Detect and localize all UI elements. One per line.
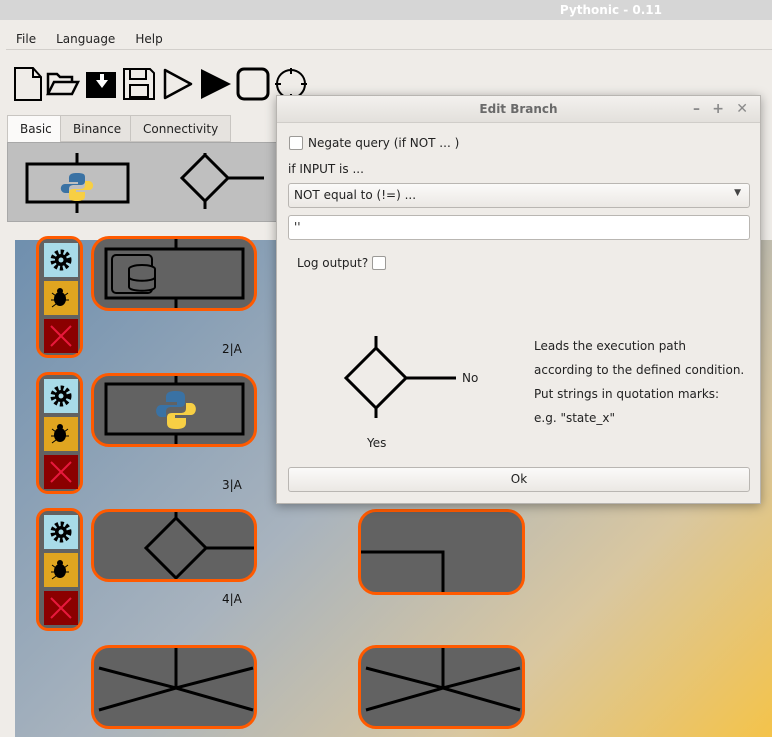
description-line: according to the defined condition. <box>534 363 745 377</box>
gear-icon <box>50 249 72 271</box>
gear-icon <box>50 521 72 543</box>
return-block[interactable] <box>91 645 257 729</box>
bug-icon <box>51 288 69 308</box>
description-line: Put strings in quotation marks: <box>534 387 720 401</box>
description-line: e.g. "state_x" <box>534 411 615 425</box>
junction-icon <box>365 648 521 712</box>
menu-language[interactable]: Language <box>46 28 125 49</box>
condition-select[interactable]: NOT equal to (!=) ... ▼ <box>288 183 750 208</box>
gear-icon <box>50 385 72 407</box>
debug-button[interactable] <box>44 281 78 315</box>
delete-button[interactable] <box>44 591 78 625</box>
database-icon <box>104 239 245 308</box>
branch-diagram-icon <box>343 336 456 418</box>
stop-icon[interactable] <box>236 66 270 102</box>
close-icon[interactable]: ✕ <box>736 96 748 123</box>
return-block[interactable] <box>358 645 525 729</box>
branch-block[interactable] <box>91 509 257 582</box>
description: Leads the execution path according to th… <box>534 334 744 430</box>
tab-connectivity[interactable]: Connectivity <box>130 115 232 142</box>
menu-bar: File Language Help <box>6 28 772 50</box>
open-folder-icon[interactable] <box>46 66 80 102</box>
branch-path-block[interactable] <box>358 509 525 595</box>
bug-icon <box>51 424 69 444</box>
log-output-label: Log output? <box>297 256 369 270</box>
database-block[interactable] <box>91 236 257 311</box>
python-element[interactable] <box>25 153 130 213</box>
minimize-icon[interactable]: – <box>693 96 700 123</box>
description-line: Leads the execution path <box>534 339 686 353</box>
menu-help[interactable]: Help <box>125 28 172 49</box>
save-icon[interactable] <box>122 66 156 102</box>
chevron-down-icon: ▼ <box>734 188 741 198</box>
tab-binance[interactable]: Binance <box>60 115 135 142</box>
python-block[interactable] <box>91 373 257 447</box>
grid-label: 3|A <box>222 478 242 492</box>
close-icon <box>50 597 72 619</box>
ok-button[interactable]: Ok <box>288 467 750 492</box>
settings-button[interactable] <box>44 379 78 413</box>
no-label: No <box>462 371 479 385</box>
log-output-checkbox[interactable] <box>372 256 386 270</box>
debug-button[interactable] <box>44 553 78 587</box>
branch-element[interactable] <box>178 153 268 213</box>
menu-file[interactable]: File <box>6 28 46 49</box>
settings-button[interactable] <box>44 515 78 549</box>
close-icon <box>50 461 72 483</box>
maximize-icon[interactable]: + <box>712 96 724 123</box>
element-controls <box>36 372 83 494</box>
junction-icon <box>98 648 254 712</box>
close-icon <box>50 325 72 347</box>
branch-icon <box>143 512 254 581</box>
run-icon[interactable] <box>199 66 233 102</box>
debug-button[interactable] <box>44 417 78 451</box>
yes-label: Yes <box>367 436 387 450</box>
dialog-title: Edit Branch <box>479 102 558 116</box>
delete-button[interactable] <box>44 319 78 353</box>
element-palette <box>7 142 307 222</box>
connector-icon <box>361 550 445 592</box>
compare-value-input[interactable]: '' <box>288 215 750 240</box>
element-controls <box>36 508 83 631</box>
tab-basic[interactable]: Basic <box>7 115 65 143</box>
condition-value: NOT equal to (!=) ... <box>294 188 417 202</box>
python-icon <box>104 376 245 444</box>
negate-label: Negate query (if NOT ... ) <box>308 136 460 150</box>
window-title: Pythonic - 0.11 <box>0 0 772 20</box>
settings-button[interactable] <box>44 243 78 277</box>
run-outline-icon[interactable] <box>162 66 196 102</box>
condition-label: if INPUT is ... <box>288 162 364 176</box>
save-as-icon[interactable] <box>84 66 118 102</box>
element-controls <box>36 236 83 358</box>
grid-label: 4|A <box>222 592 242 606</box>
edit-branch-dialog: Edit Branch – + ✕ Negate query (if NOT .… <box>276 95 761 504</box>
delete-button[interactable] <box>44 455 78 489</box>
negate-checkbox[interactable] <box>289 136 303 150</box>
grid-label: 2|A <box>222 342 242 356</box>
bug-icon <box>51 560 69 580</box>
new-file-icon[interactable] <box>12 66 46 102</box>
